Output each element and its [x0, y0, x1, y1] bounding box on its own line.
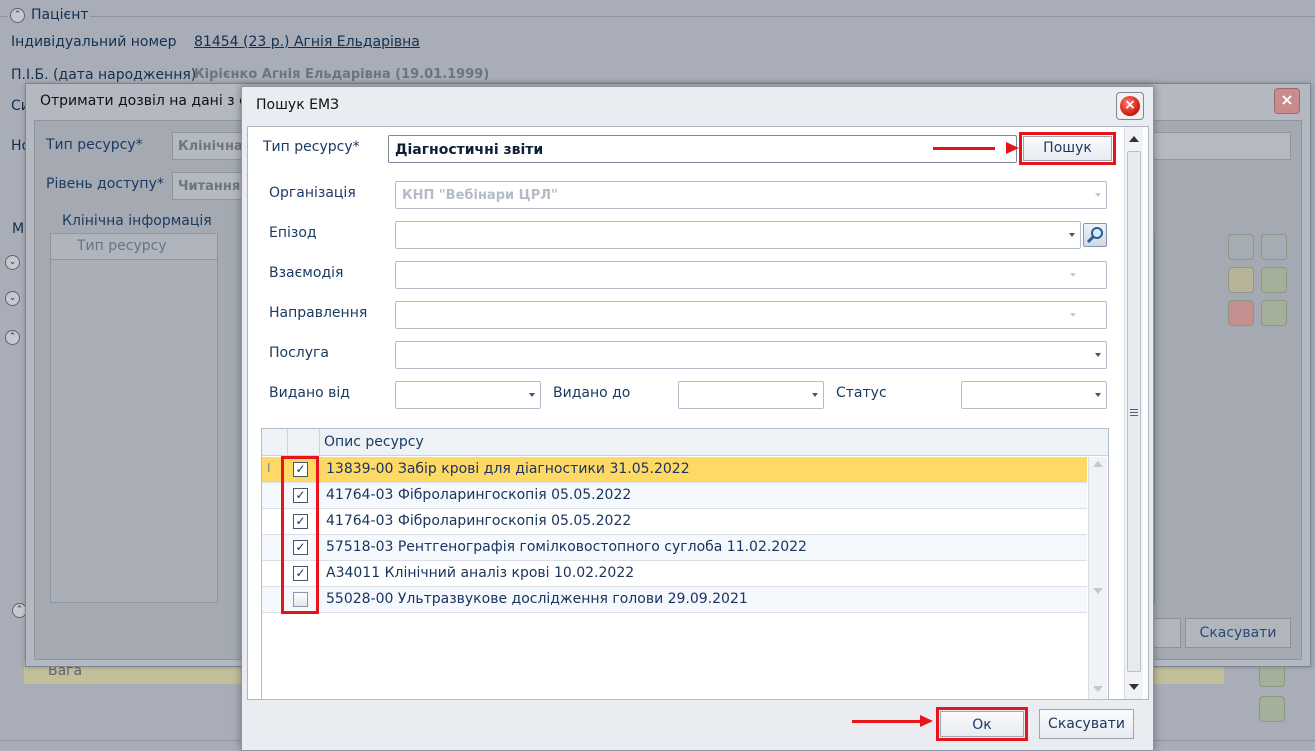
cancel-button[interactable]: Скасувати: [1039, 709, 1134, 739]
search-dialog-title: Пошук ЕМЗ: [256, 97, 339, 113]
access-level-select[interactable]: Читання: [172, 172, 252, 200]
scroll-up-icon[interactable]: [1129, 136, 1139, 142]
scroll-thumb[interactable]: [1127, 151, 1141, 672]
patient-name-value: Кірієнко Агнія Ельдарівна (19.01.1999): [194, 67, 490, 82]
search-button[interactable]: Пошук: [1023, 136, 1112, 161]
clinical-grid: Тип ресурсу: [50, 233, 218, 603]
status-label: Статус: [836, 385, 887, 401]
search-dialog-body: Тип ресурсу* Діагностичні звіти Пошук Ор…: [247, 126, 1149, 700]
service-select[interactable]: [395, 341, 1107, 369]
patient-name-label: П.І.Б. (дата народження): [11, 67, 197, 83]
service-label: Послуга: [269, 345, 329, 361]
row-description: 41764-03 Фіброларингоскопія 05.05.2022: [326, 487, 632, 503]
issued-from-label: Видано від: [269, 385, 350, 401]
collapse-down-icon[interactable]: ⌄: [5, 255, 20, 270]
table-row[interactable]: ✓ 41764-03 Фіброларингоскопія 05.05.2022: [262, 483, 1087, 509]
row-description: 57518-03 Рентгенографія гомілковостопног…: [326, 539, 807, 555]
ok-button[interactable]: Ок: [940, 711, 1024, 737]
scroll-up-icon[interactable]: [1093, 461, 1103, 467]
scroll-down-icon[interactable]: [1129, 684, 1139, 690]
dialog-scrollbar[interactable]: [1124, 127, 1143, 699]
status-select[interactable]: [961, 381, 1107, 409]
interaction-label: Взаємодія: [269, 265, 344, 281]
patient-section-title: Пацієнт: [31, 7, 89, 23]
tool-icon[interactable]: [1259, 696, 1285, 722]
issued-to-date[interactable]: [678, 381, 824, 409]
scroll-down-icon[interactable]: [1093, 686, 1103, 692]
flag-icon[interactable]: [1261, 300, 1287, 326]
patient-id-label: Індивідуальний номер: [11, 34, 177, 50]
chevron-down-icon: [1095, 393, 1101, 397]
resource-type-label: Тип ресурсу*: [46, 137, 143, 153]
row-pointer-icon: I: [267, 461, 271, 475]
organization-value: КНП "Вебінари ЦРЛ": [402, 188, 558, 203]
annotation-arrow-line: [933, 147, 995, 150]
search-emz-dialog: Пошук ЕМЗ × Тип ресурсу* Діагностичні зв…: [241, 86, 1154, 751]
resource-type-select[interactable]: Клінічна: [172, 132, 252, 160]
search-icon[interactable]: [1083, 223, 1107, 247]
add-icon[interactable]: [1261, 267, 1287, 293]
organization-label: Організація: [269, 185, 356, 201]
scroll-down-icon[interactable]: [1093, 588, 1103, 594]
row-description: 41764-03 Фіброларингоскопія 05.05.2022: [326, 513, 632, 529]
organization-select: КНП "Вебінари ЦРЛ": [395, 181, 1107, 209]
annotation-arrow-head: [920, 715, 933, 727]
annotation-arrow-head: [1006, 142, 1019, 154]
close-icon[interactable]: ×: [1274, 88, 1300, 114]
grid-column-title: Опис ресурсу: [324, 434, 424, 450]
clinical-info-legend: Клінічна інформація: [62, 213, 212, 229]
divider: [90, 16, 1315, 17]
chevron-down-icon: [529, 393, 535, 397]
collapse-down-icon[interactable]: ⌄: [5, 291, 20, 306]
collapse-up-icon[interactable]: ⌃: [5, 330, 20, 345]
tools-icon[interactable]: [1261, 234, 1287, 260]
row-description: А34011 Клінічний аналіз крові 10.02.2022: [326, 565, 635, 581]
patient-id-link[interactable]: 81454 (23 р.) Агнія Ельдарівна: [194, 34, 420, 50]
grid-scrollbar[interactable]: [1088, 457, 1107, 699]
resource-type-label: Тип ресурсу*: [263, 139, 360, 155]
interaction-select: [395, 261, 1107, 289]
permission-cancel-button[interactable]: Скасувати: [1185, 618, 1291, 648]
results-grid: Опис ресурсу I ✓ 13839-00 Забір крові дл…: [261, 428, 1109, 700]
checkbox-highlight: [281, 456, 319, 614]
collapse-up-icon[interactable]: ⌃: [10, 8, 25, 23]
clinical-grid-header: Тип ресурсу: [51, 234, 217, 260]
issued-to-label: Видано до: [553, 385, 631, 401]
row-description: 13839-00 Забір крові для діагностики 31.…: [326, 461, 690, 477]
chevron-down-icon: [1070, 273, 1076, 277]
episode-select[interactable]: [395, 221, 1081, 249]
table-row[interactable]: 55028-00 Ультразвукове дослідження голов…: [262, 587, 1087, 613]
grid-column-title: Тип ресурсу: [77, 238, 167, 254]
table-row[interactable]: ✓ 41764-03 Фіброларингоскопія 05.05.2022: [262, 509, 1087, 535]
search-icon[interactable]: [1228, 234, 1254, 260]
chevron-down-icon: [1070, 313, 1076, 317]
table-row[interactable]: ✓ А34011 Клінічний аналіз крові 10.02.20…: [262, 561, 1087, 587]
resource-type-select[interactable]: Діагностичні звіти: [388, 135, 1017, 163]
permission-dialog-title: Отримати дозвіл на дані з сис: [40, 93, 264, 109]
close-icon: ×: [1120, 96, 1140, 116]
right-select[interactable]: [1147, 132, 1291, 160]
issued-from-date[interactable]: [395, 381, 541, 409]
row-description: 55028-00 Ультразвукове дослідження голов…: [326, 591, 748, 607]
results-grid-header: Опис ресурсу: [262, 429, 1108, 456]
chevron-down-icon: [1095, 353, 1101, 357]
table-row[interactable]: ✓ 57518-03 Рентгенографія гомілковостопн…: [262, 535, 1087, 561]
divider: [319, 429, 320, 456]
close-button[interactable]: ×: [1116, 92, 1144, 120]
chevron-down-icon: [1069, 233, 1075, 237]
access-level-label: Рівень доступу*: [46, 176, 164, 192]
annotation-arrow-line: [852, 720, 922, 723]
divider: [287, 429, 288, 456]
referral-label: Направлення: [269, 305, 368, 321]
delete-icon[interactable]: [1228, 300, 1254, 326]
chevron-down-icon: [1095, 193, 1101, 197]
table-row[interactable]: I ✓ 13839-00 Забір крові для діагностики…: [262, 457, 1087, 483]
divider: [0, 16, 8, 17]
referral-select: [395, 301, 1107, 329]
folder-icon[interactable]: [1228, 267, 1254, 293]
episode-label: Епізод: [269, 225, 317, 241]
tab-m[interactable]: М: [12, 221, 24, 237]
chevron-down-icon: [812, 393, 818, 397]
